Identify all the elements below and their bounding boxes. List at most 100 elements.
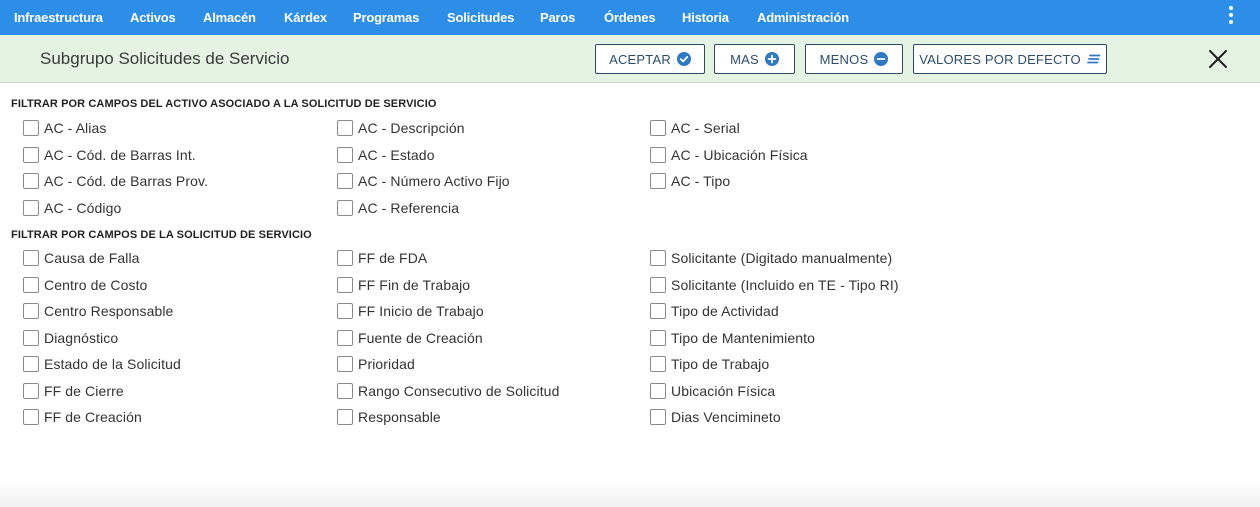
checkbox-option[interactable]: Solicitante (Digitado manualmente) [650,248,892,268]
checkbox-label: Dias Vencimineto [671,409,781,425]
checkbox[interactable] [650,277,666,293]
checkbox-option[interactable]: Responsable [337,407,441,427]
checkbox-option[interactable]: FF de Cierre [23,381,124,401]
checkbox[interactable] [23,303,39,319]
checkbox-label: Ubicación Física [671,383,776,399]
checkbox[interactable] [23,277,39,293]
checkbox[interactable] [23,147,39,163]
checkbox-option[interactable]: AC - Código [23,198,121,218]
checkbox[interactable] [650,303,666,319]
checkbox[interactable] [23,200,39,216]
checkbox[interactable] [23,409,39,425]
checkbox[interactable] [650,409,666,425]
checkbox[interactable] [23,383,39,399]
checkbox-option[interactable]: AC - Ubicación Física [650,145,808,165]
checkbox[interactable] [23,173,39,189]
checkbox[interactable] [337,173,353,189]
close-icon[interactable] [1207,48,1229,70]
checkbox[interactable] [337,120,353,136]
nav-item-solicitudes[interactable]: Solicitudes [447,0,514,35]
checkbox-option[interactable]: Estado de la Solicitud [23,354,181,374]
section-title-asset-fields: FILTRAR POR CAMPOS DEL ACTIVO ASOCIADO A… [11,98,437,110]
checkbox-label: FF Fin de Trabajo [358,277,471,293]
checkbox-option[interactable]: AC - Referencia [337,198,459,218]
default-values-button-label: VALORES POR DEFECTO [919,51,1081,67]
checkbox-option[interactable]: AC - Estado [337,145,435,165]
accept-button[interactable]: ACEPTAR [595,44,705,74]
checkbox-option[interactable]: Tipo de Actividad [650,301,779,321]
checkbox-option[interactable]: Ubicación Física [650,381,775,401]
section-title-request-fields: FILTRAR POR CAMPOS DE LA SOLICITUD DE SE… [11,229,312,241]
checkbox[interactable] [337,303,353,319]
checkbox-option[interactable]: AC - Serial [650,118,740,138]
checkbox-label: FF Inicio de Trabajo [358,303,484,319]
checkbox-option[interactable]: Solicitante (Incluido en TE - Tipo RI) [650,275,899,295]
checkbox[interactable] [337,383,353,399]
checkbox-label: FF de Cierre [44,383,124,399]
nav-item-kardex[interactable]: Kárdex [284,0,327,35]
checkbox-label: Tipo de Mantenimiento [671,330,815,346]
checkbox-label: Diagnóstico [44,330,119,346]
nav-item-administracion[interactable]: Administración [757,0,849,35]
checkbox-label: Centro Responsable [44,303,174,319]
checkbox[interactable] [650,330,666,346]
checkbox-option[interactable]: AC - Cód. de Barras Int. [23,145,196,165]
checkbox-option[interactable]: FF de Creación [23,407,142,427]
checkbox-option[interactable]: AC - Número Activo Fijo [337,171,510,191]
checkbox-label: AC - Cód. de Barras Int. [44,147,196,163]
checkbox[interactable] [23,120,39,136]
checkbox[interactable] [650,120,666,136]
checkbox-option[interactable]: AC - Alias [23,118,106,138]
checkbox[interactable] [23,356,39,372]
checkbox-option[interactable]: AC - Tipo [650,171,730,191]
checkbox-option[interactable]: Prioridad [337,354,415,374]
checkbox-label: FF de Creación [44,409,142,425]
nav-item-historia[interactable]: Historia [682,0,729,35]
checkbox-label: Centro de Costo [44,277,148,293]
checkbox-option[interactable]: Fuente de Creación [337,328,483,348]
checkbox-option[interactable]: FF Inicio de Trabajo [337,301,484,321]
checkbox[interactable] [650,356,666,372]
page-title: Subgrupo Solicitudes de Servicio [40,49,290,68]
checkbox[interactable] [650,383,666,399]
checkbox-option[interactable]: Diagnóstico [23,328,118,348]
nav-item-programas[interactable]: Programas [353,0,419,35]
checkbox-option[interactable]: FF de FDA [337,248,427,268]
checkbox-option[interactable]: Dias Vencimineto [650,407,781,427]
checkbox[interactable] [337,356,353,372]
checkbox-option[interactable]: FF Fin de Trabajo [337,275,470,295]
checkbox[interactable] [337,277,353,293]
nav-item-activos[interactable]: Activos [130,0,176,35]
checkbox-option[interactable]: AC - Cód. de Barras Prov. [23,171,208,191]
accept-button-label: ACEPTAR [609,51,671,67]
checkbox-option[interactable]: Causa de Falla [23,248,140,268]
checkbox[interactable] [23,250,39,266]
nav-item-infraestructura[interactable]: Infraestructura [14,0,103,35]
checkbox[interactable] [650,250,666,266]
checkbox[interactable] [337,200,353,216]
default-values-button[interactable]: VALORES POR DEFECTO [913,44,1107,74]
checkbox[interactable] [23,330,39,346]
checkbox[interactable] [337,250,353,266]
checkbox-label: AC - Alias [44,120,107,136]
checkbox[interactable] [337,409,353,425]
nav-item-ordenes[interactable]: Órdenes [604,0,656,35]
nav-item-paros[interactable]: Paros [540,0,575,35]
checkbox-option[interactable]: Tipo de Mantenimiento [650,328,815,348]
checkbox-option[interactable]: Centro Responsable [23,301,173,321]
checkbox[interactable] [650,147,666,163]
checkbox-option[interactable]: Centro de Costo [23,275,147,295]
more-vertical-icon[interactable] [1224,5,1238,27]
checkbox-option[interactable]: Rango Consecutivo de Solicitud [337,381,559,401]
nav-item-almacen[interactable]: Almacén [203,0,256,35]
checkbox-option[interactable]: AC - Descripción [337,118,465,138]
checkbox-label: AC - Cód. de Barras Prov. [44,173,209,189]
checkbox[interactable] [337,147,353,163]
checkbox-label: Tipo de Actividad [671,303,779,319]
checkbox[interactable] [650,173,666,189]
checkbox-option[interactable]: Tipo de Trabajo [650,354,769,374]
minus-circle-icon [874,52,889,66]
more-button[interactable]: MAS [714,44,795,74]
less-button[interactable]: MENOS [805,44,903,74]
checkbox[interactable] [337,330,353,346]
